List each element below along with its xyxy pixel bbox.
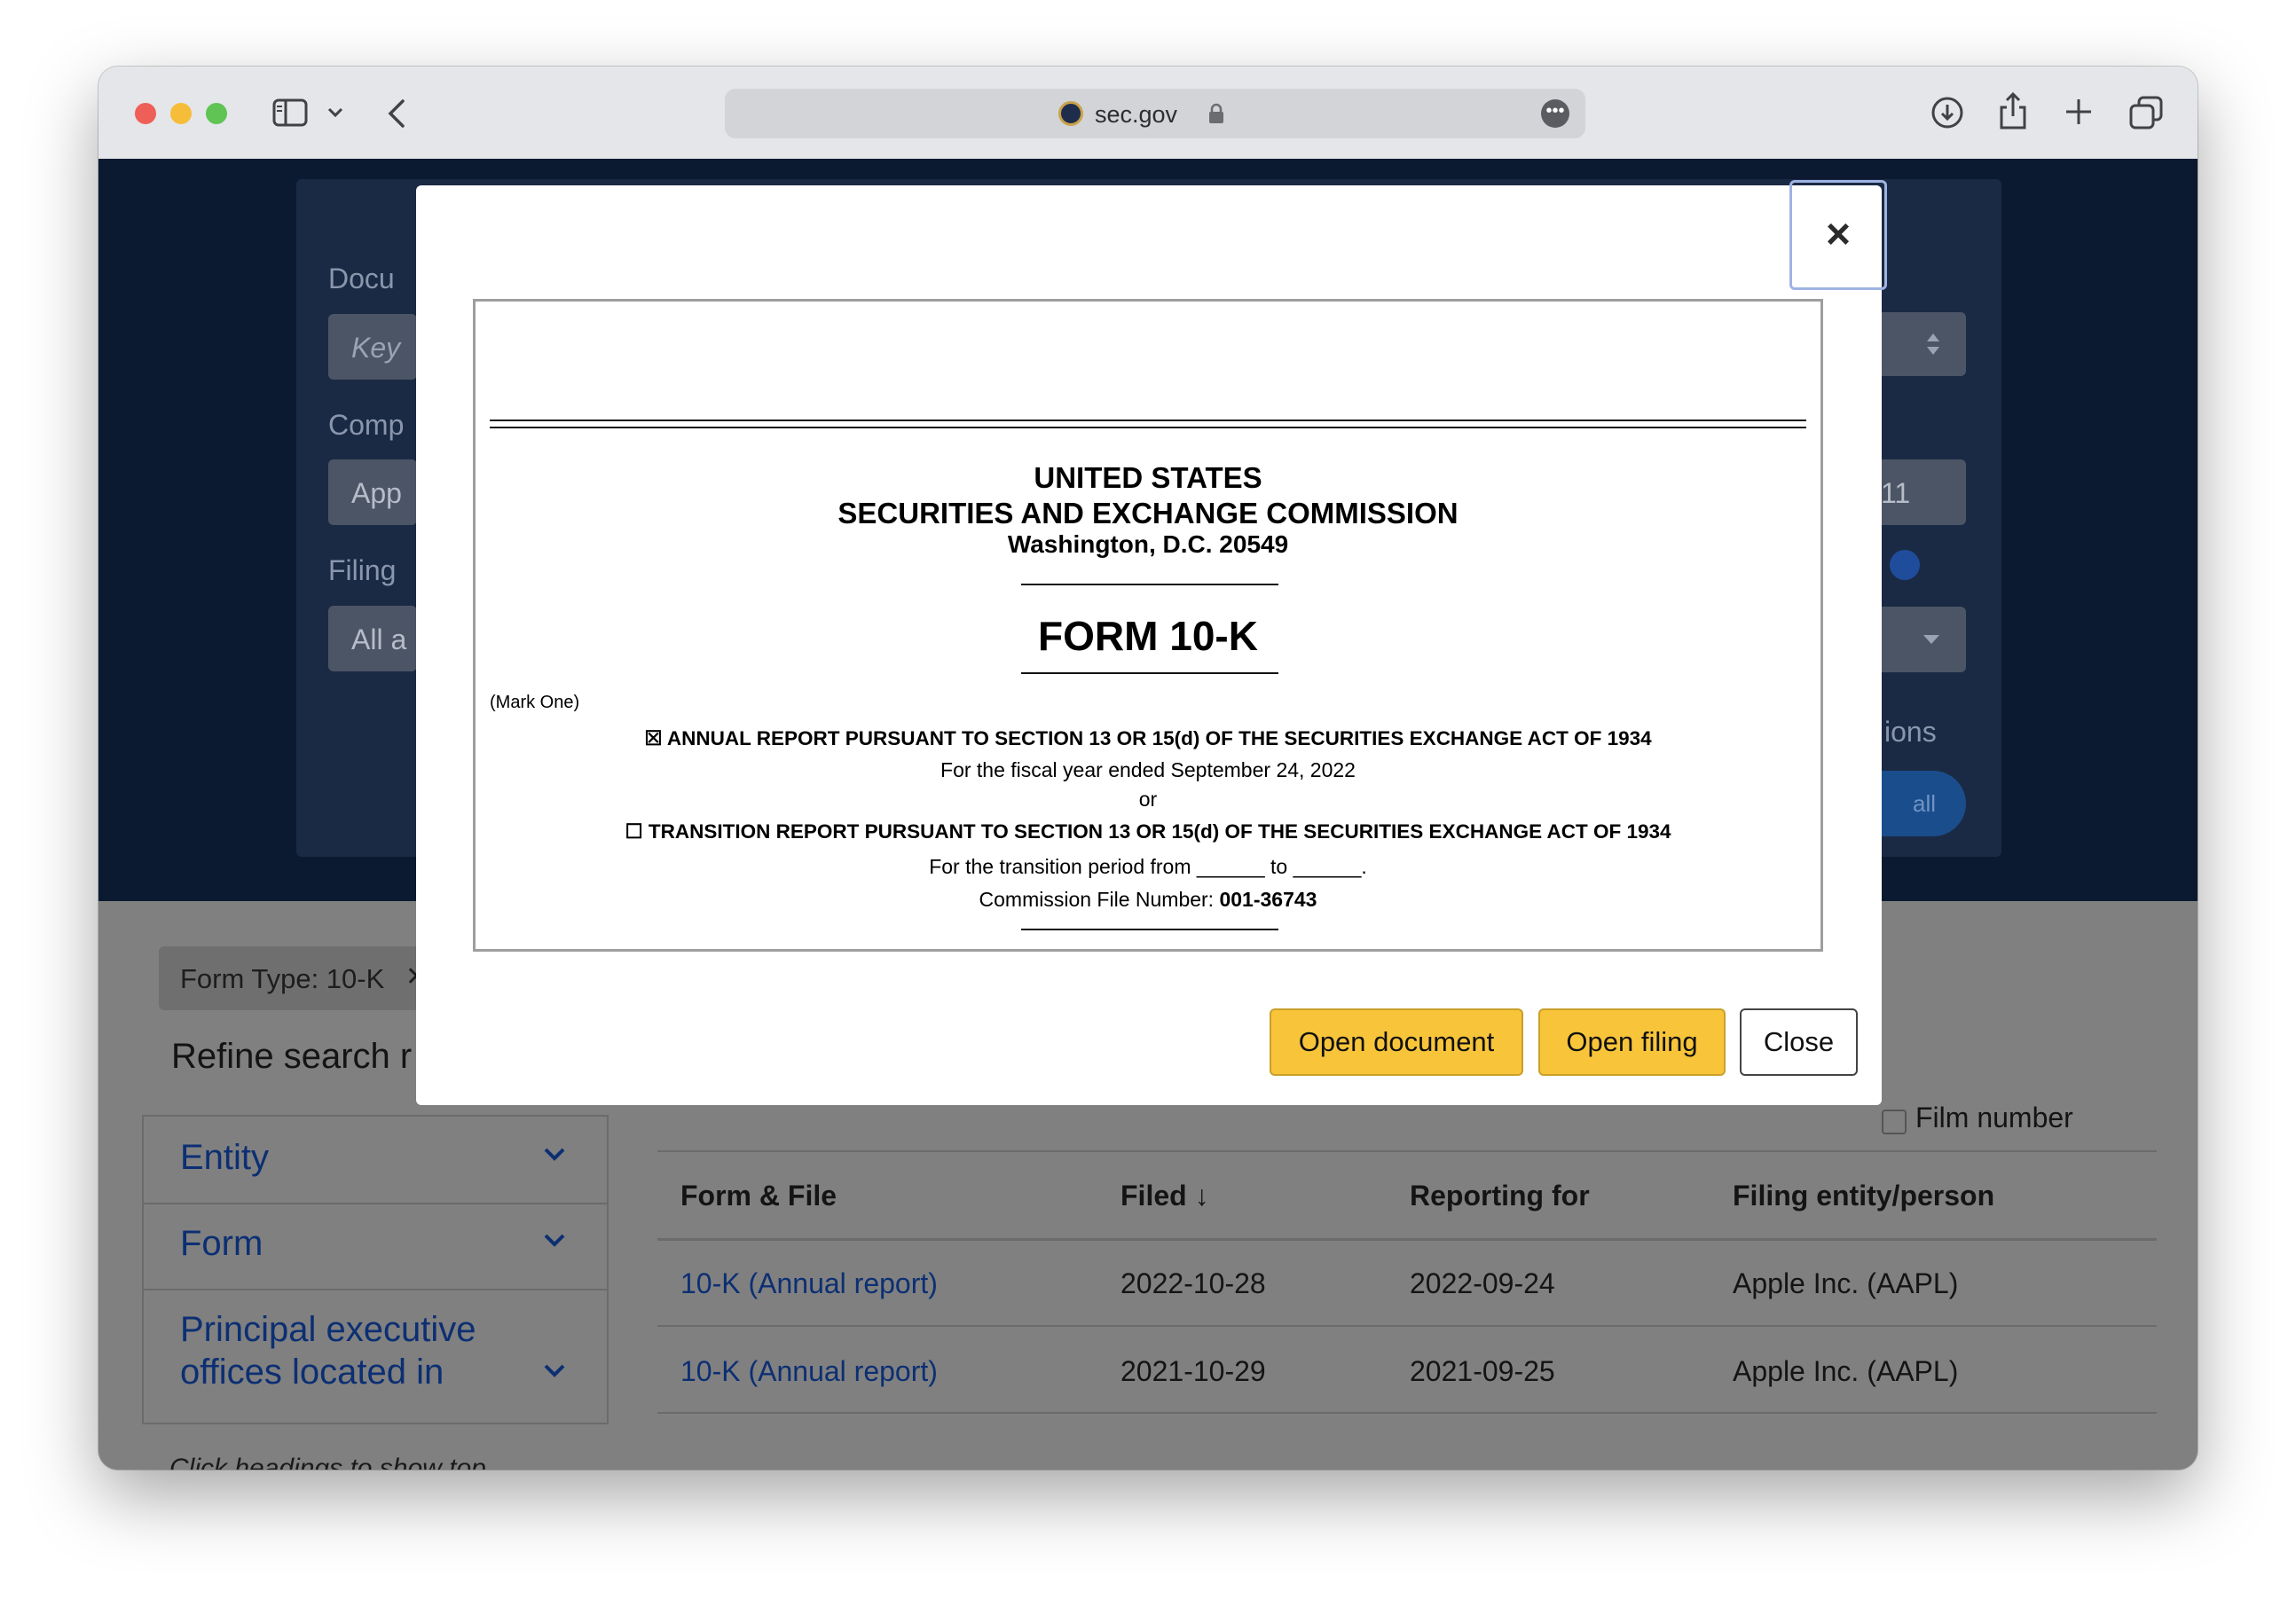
row-reporting-for: 2021-09-25 — [1410, 1355, 1555, 1387]
keywords-placeholder: Key — [351, 332, 401, 364]
search-all-label: all — [1913, 790, 1937, 817]
keywords-input[interactable]: Key — [328, 314, 417, 380]
doc-heading-line2: SECURITIES AND EXCHANGE COMMISSION — [837, 497, 1459, 529]
share-icon[interactable] — [1998, 91, 2028, 130]
date-value: 11 — [1881, 477, 1911, 509]
back-icon[interactable] — [387, 98, 406, 129]
film-number-label: Film number — [1915, 1102, 2073, 1133]
short-rule — [1021, 929, 1278, 930]
filing-type-select[interactable]: All a — [328, 606, 417, 671]
checked-box-icon: ☒ — [644, 727, 663, 749]
unchecked-box-icon: ☐ — [625, 820, 643, 843]
annual-report-text: ANNUAL REPORT PURSUANT TO SECTION 13 OR … — [666, 727, 1652, 749]
row-entity: Apple Inc. (AAPL) — [1733, 1267, 1959, 1299]
col-reporting-for[interactable]: Reporting for — [1410, 1180, 1590, 1212]
chevron-down-icon — [544, 1234, 565, 1247]
tab-overview-icon[interactable] — [2128, 95, 2164, 130]
col-filing-entity[interactable]: Filing entity/person — [1733, 1180, 1994, 1212]
col-form-file[interactable]: Form & File — [680, 1180, 837, 1212]
double-rule — [490, 427, 1806, 428]
double-rule — [490, 420, 1806, 421]
row-divider — [657, 1412, 2157, 1414]
form-title: FORM 10-K — [1038, 613, 1258, 659]
short-rule — [1021, 672, 1278, 674]
close-icon[interactable]: × — [1789, 180, 1887, 290]
filing-type-value: All a — [351, 624, 407, 655]
row-filed: 2022-10-28 — [1120, 1267, 1266, 1299]
open-document-button[interactable]: Open document — [1270, 1008, 1523, 1076]
download-icon[interactable] — [1930, 96, 1964, 129]
company-input[interactable]: App — [328, 459, 417, 525]
row-reporting-for: 2022-09-24 — [1410, 1267, 1555, 1299]
form-type-chip[interactable]: Form Type: 10-K ✕ — [159, 946, 443, 1010]
row-filed: 2021-10-29 — [1120, 1355, 1266, 1387]
filing-label: Filing — [328, 554, 397, 586]
document-label: Docu — [328, 263, 395, 294]
form-type-chip-label: Form Type: 10-K — [180, 963, 385, 994]
facet-form-label: Form — [180, 1224, 263, 1263]
minimize-window-button[interactable] — [170, 103, 192, 124]
col-filed[interactable]: Filed ↓ — [1120, 1180, 1209, 1212]
row-divider — [657, 1325, 2157, 1327]
transition-period-line: For the transition period from ______ to… — [929, 855, 1367, 878]
close-button[interactable]: Close — [1740, 1008, 1858, 1076]
company-label: Comp — [328, 409, 405, 441]
film-number-checkbox[interactable] — [1882, 1110, 1907, 1134]
facet-location-label: Principal executive offices located in — [180, 1310, 476, 1392]
doc-heading-line3: Washington, D.C. 20549 — [1007, 530, 1289, 558]
facet-list: Entity Form Principal executive offices … — [142, 1115, 609, 1424]
chevron-down-icon — [544, 1364, 565, 1377]
zoom-window-button[interactable] — [206, 103, 227, 124]
document-preview-modal: × UNITED STATES SECURITIES AND EXCHANGE … — [416, 180, 1887, 1105]
facet-location[interactable]: Principal executive offices located in — [144, 1289, 607, 1419]
row-form-link[interactable]: 10-K (Annual report) — [680, 1267, 938, 1300]
row-form-link[interactable]: 10-K (Annual report) — [680, 1355, 938, 1388]
transition-report-text: TRANSITION REPORT PURSUANT TO SECTION 13… — [648, 820, 1671, 843]
options-label: ions — [1884, 716, 1937, 748]
sidebar-icon[interactable] — [272, 98, 308, 127]
facet-entity-label: Entity — [180, 1138, 270, 1177]
doc-heading-line1: UNITED STATES — [1034, 461, 1262, 494]
page-menu-icon[interactable]: ••• — [1541, 99, 1569, 128]
mark-one: (Mark One) — [490, 693, 580, 712]
table-header-border — [657, 1238, 2157, 1241]
url-text: sec.gov — [1095, 101, 1178, 128]
short-rule — [1021, 584, 1278, 585]
or-line: or — [1138, 788, 1158, 811]
commission-file-label: Commission File Number: — [979, 888, 1215, 911]
company-value: App — [351, 477, 402, 509]
facet-hint: Click headings to show top — [169, 1454, 486, 1470]
help-icon[interactable] — [1890, 550, 1920, 580]
table-top-border — [657, 1150, 2157, 1152]
commission-file-number: 001-36743 — [1219, 888, 1317, 911]
facet-form[interactable]: Form — [144, 1203, 607, 1290]
chevron-down-icon — [544, 1148, 565, 1161]
browser-toolbar: sec.gov ••• — [98, 67, 2198, 159]
lock-icon — [1209, 103, 1223, 123]
transition-report-line: ☐ TRANSITION REPORT PURSUANT TO SECTION … — [476, 820, 1820, 843]
close-window-button[interactable] — [135, 103, 156, 124]
chevron-down-icon[interactable] — [327, 107, 343, 118]
document-preview-frame[interactable]: UNITED STATES SECURITIES AND EXCHANGE CO… — [473, 299, 1823, 952]
refine-search-heading: Refine search r — [171, 1037, 413, 1076]
open-filing-button[interactable]: Open filing — [1538, 1008, 1726, 1076]
fiscal-year-line: For the fiscal year ended September 24, … — [940, 758, 1356, 781]
address-bar[interactable]: sec.gov ••• — [725, 89, 1585, 138]
sort-arrows-icon — [1927, 333, 1939, 355]
annual-report-line: ☒ ANNUAL REPORT PURSUANT TO SECTION 13 O… — [476, 727, 1820, 750]
browser-window: sec.gov ••• Docu Key Comp App Filing All… — [98, 67, 2198, 1470]
commission-file-line: Commission File Number: 001-36743 — [476, 888, 1820, 912]
facet-entity[interactable]: Entity — [144, 1117, 607, 1204]
site-favicon — [1058, 101, 1083, 126]
row-entity: Apple Inc. (AAPL) — [1733, 1355, 1959, 1387]
new-tab-icon[interactable] — [2064, 97, 2094, 127]
caret-down-icon — [1923, 635, 1939, 644]
